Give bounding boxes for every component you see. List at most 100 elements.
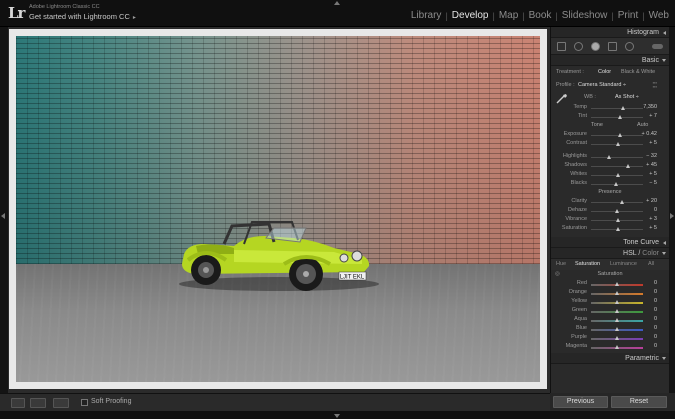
slider-value[interactable]: 0	[654, 297, 657, 306]
tab-saturation[interactable]: Saturation	[575, 259, 600, 270]
slider-value[interactable]: 0	[654, 333, 657, 342]
slider-thumb[interactable]	[615, 282, 619, 286]
red-eye-icon[interactable]	[591, 42, 600, 51]
identity-plate[interactable]: Get started with Lightroom CC ▸	[29, 12, 136, 21]
module-map[interactable]: Map	[496, 10, 521, 21]
slider-thumb[interactable]	[615, 309, 619, 313]
right-panel-toggle-icon[interactable]	[670, 213, 674, 219]
slider-thumb[interactable]	[615, 218, 620, 222]
slider-thumb[interactable]	[615, 327, 619, 331]
module-print[interactable]: Print	[615, 10, 642, 21]
slider-thumb[interactable]	[616, 227, 621, 231]
module-library[interactable]: Library	[408, 10, 445, 21]
slider-row: Vibrance + 3	[551, 215, 669, 224]
tab-hue[interactable]: Hue	[556, 259, 566, 270]
presence-header: Presence	[598, 189, 622, 195]
spot-removal-icon[interactable]	[574, 42, 583, 51]
previous-button[interactable]: Previous	[553, 396, 608, 408]
tab-all[interactable]: All	[648, 259, 654, 270]
expand-icon	[662, 59, 666, 62]
soft-proofing-checkbox[interactable]	[81, 399, 88, 406]
slider-row: Tint + 7	[551, 112, 669, 121]
slider-value[interactable]: 0	[654, 324, 657, 333]
parametric-header[interactable]: Parametric	[551, 353, 669, 364]
module-slideshow[interactable]: Slideshow	[559, 10, 611, 21]
profile-select[interactable]: Camera Standard ÷	[578, 79, 626, 91]
slider-value[interactable]: 0	[654, 342, 657, 351]
slider-value[interactable]: 0	[654, 306, 657, 315]
slider-thumb[interactable]	[615, 345, 619, 349]
slider-value[interactable]: + 5	[649, 139, 657, 148]
loupe-view-button[interactable]	[11, 398, 25, 408]
image-canvas[interactable]: LJIT EKL	[8, 27, 550, 393]
slider-value[interactable]: + 7	[649, 112, 657, 121]
wb-sliders: Temp 7,350 Tint + 7	[551, 103, 669, 121]
basic-header[interactable]: Basic	[551, 55, 669, 66]
slider-thumb[interactable]	[615, 318, 619, 322]
slider-value[interactable]: 0	[654, 206, 657, 215]
radial-filter-icon[interactable]	[625, 42, 634, 51]
target-adjustment-icon[interactable]: ◎	[555, 270, 560, 279]
slider-value[interactable]: + 45	[646, 161, 657, 170]
brush-toggle[interactable]	[652, 44, 663, 49]
slider-row: Blacks − 5	[551, 179, 669, 188]
module-book[interactable]: Book	[526, 10, 555, 21]
filmstrip-toggle-icon[interactable]	[334, 414, 340, 418]
histogram-header[interactable]: Histogram	[551, 27, 669, 38]
slider-value[interactable]: + 20	[646, 197, 657, 206]
slider-track[interactable]	[591, 157, 643, 158]
slider-thumb[interactable]	[613, 182, 618, 186]
slider-track[interactable]	[591, 166, 643, 167]
slider-label: Saturation	[561, 225, 587, 231]
before-after-swap-button[interactable]	[53, 398, 69, 408]
reset-button[interactable]: Reset	[611, 396, 667, 408]
module-develop[interactable]: Develop	[449, 10, 492, 21]
slider-value[interactable]: − 5	[649, 179, 657, 188]
slider-value[interactable]: + 5	[649, 170, 657, 179]
wb-select[interactable]: As Shot ÷	[615, 91, 639, 103]
crop-tool-icon[interactable]	[557, 42, 566, 51]
slider-thumb[interactable]	[615, 291, 619, 295]
slider-value[interactable]: 0	[654, 288, 657, 297]
graduated-filter-icon[interactable]	[608, 42, 617, 51]
tone-header: Tone Auto	[591, 121, 649, 130]
slider-thumb[interactable]	[616, 173, 621, 177]
profile-browser-icon[interactable]: ▪▪▪ ▪▪▪	[653, 81, 657, 89]
photo[interactable]: LJIT EKL	[16, 36, 540, 382]
slider-value[interactable]: − 32	[646, 152, 657, 161]
slider-value[interactable]: + 3	[649, 215, 657, 224]
slider-thumb[interactable]	[615, 209, 619, 213]
slider-value[interactable]: 7,350	[643, 103, 657, 112]
hsl-header[interactable]: HSL / Color	[551, 248, 669, 259]
slider-thumb[interactable]	[626, 164, 631, 168]
slider-thumb[interactable]	[620, 200, 625, 204]
hsl-sliders: Red 0 Orange 0 Yellow 0 Green 0 Aqua 0 Blue 0 Purple…	[551, 279, 669, 351]
slider-thumb[interactable]	[615, 300, 619, 304]
slider-value[interactable]: 0	[654, 315, 657, 324]
slider-value[interactable]: 0	[654, 279, 657, 288]
tab-luminance[interactable]: Luminance	[610, 259, 637, 270]
tone-sliders-2: Highlights − 32 Shadows + 45 Whites + 5 Blacks…	[551, 152, 669, 188]
slider-track[interactable]	[591, 202, 643, 203]
treatment-bw-option[interactable]: Black & White	[621, 66, 655, 79]
left-panel-toggle-icon[interactable]	[1, 213, 5, 219]
slider-thumb[interactable]	[617, 133, 622, 137]
module-web[interactable]: Web	[646, 10, 672, 21]
slider-thumb[interactable]	[621, 106, 626, 110]
slider-value[interactable]: + 0.42	[642, 130, 657, 139]
slider-thumb[interactable]	[606, 155, 611, 159]
slider-track[interactable]	[591, 108, 643, 109]
car-image: LJIT EKL	[179, 221, 379, 291]
slider-thumb[interactable]	[617, 115, 622, 119]
before-after-button[interactable]	[30, 398, 46, 408]
top-panel-toggle-icon[interactable]	[334, 1, 340, 5]
slider-value[interactable]: + 5	[649, 224, 657, 233]
tone-curve-header[interactable]: Tone Curve	[551, 237, 669, 248]
slider-thumb[interactable]	[615, 336, 619, 340]
slider-thumb[interactable]	[616, 142, 621, 146]
auto-tone-button[interactable]: Auto	[637, 121, 648, 130]
collapse-icon	[663, 31, 666, 35]
slider-label: Dehaze	[568, 207, 587, 213]
treatment-color-option[interactable]: Color	[598, 66, 611, 79]
hsl-tabs: Hue Saturation Luminance All	[551, 259, 669, 270]
